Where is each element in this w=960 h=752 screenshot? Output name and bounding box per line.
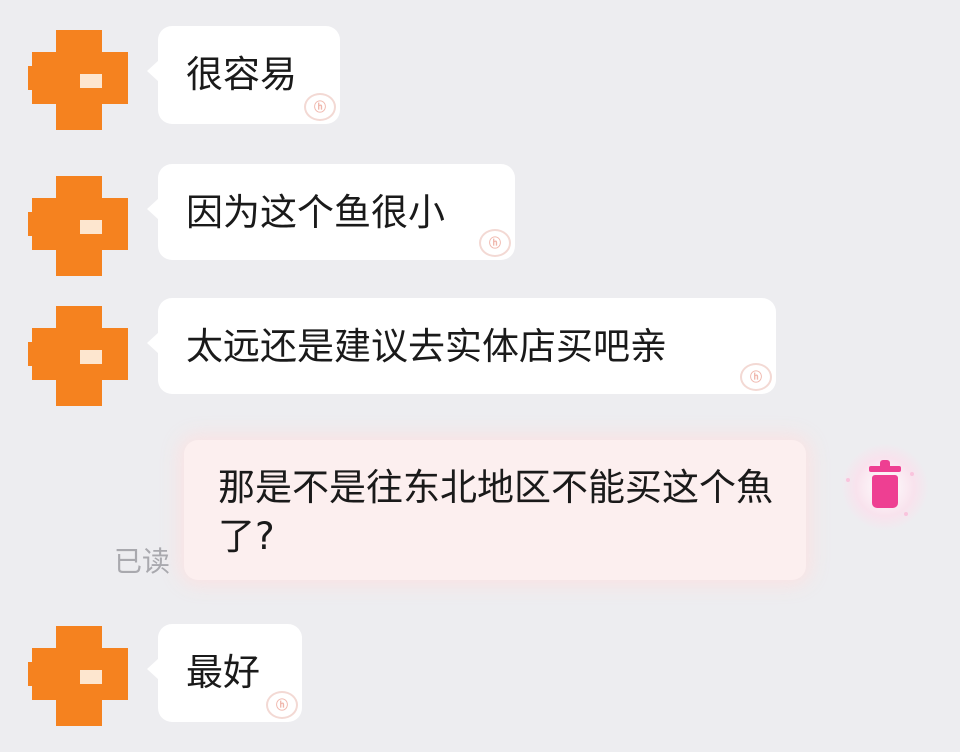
- message-text: 太远还是建议去实体店买吧亲: [186, 325, 667, 368]
- watermark-icon: ⓗ: [479, 229, 511, 257]
- message-text: 很容易: [186, 53, 297, 96]
- avatar[interactable]: [28, 626, 128, 726]
- message-bubble[interactable]: 最好 ⓗ: [147, 624, 302, 722]
- sparkle-decoration: [846, 478, 850, 482]
- message-bubble[interactable]: 很容易 ⓗ: [147, 26, 340, 124]
- sparkle-decoration: [904, 512, 908, 516]
- watermark-icon: ⓗ: [740, 363, 772, 391]
- avatar[interactable]: [28, 176, 128, 276]
- read-status: 已读: [114, 545, 171, 578]
- message-text: 最好: [186, 651, 260, 694]
- trash-icon[interactable]: [869, 460, 901, 510]
- message-bubble[interactable]: 因为这个鱼很小 ⓗ: [147, 164, 515, 260]
- watermark-icon: ⓗ: [266, 691, 298, 719]
- sparkle-decoration: [910, 472, 914, 476]
- watermark-icon: ⓗ: [304, 93, 336, 121]
- my-message-text: 那是不是往东北地区不能买这个魚了?: [218, 466, 773, 558]
- avatar[interactable]: [28, 30, 128, 130]
- my-message-bubble[interactable]: 那是不是往东北地区不能买这个魚了?: [184, 440, 806, 580]
- message-text: 因为这个鱼很小: [186, 191, 445, 234]
- avatar[interactable]: [28, 306, 128, 406]
- message-bubble[interactable]: 太远还是建议去实体店买吧亲 ⓗ: [147, 298, 776, 394]
